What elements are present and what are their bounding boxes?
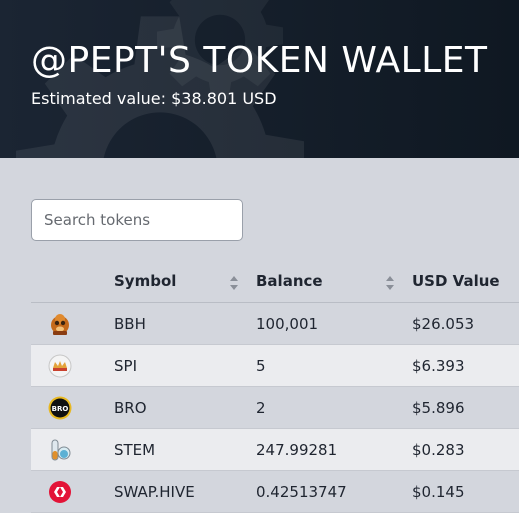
token-symbol: SWAP.HIVE <box>114 483 195 501</box>
table-header: Symbol Balance USD Value <box>31 260 519 303</box>
table-row[interactable]: SPI 5 $6.393 <box>31 345 519 387</box>
spi-token-icon <box>48 354 72 378</box>
token-table: Symbol Balance USD Value BBH 100,001 $26… <box>31 260 519 513</box>
token-usd-value: $0.145 <box>412 483 465 501</box>
svg-text:BRO: BRO <box>52 405 69 413</box>
table-row[interactable]: BBH 100,001 $26.053 <box>31 303 519 345</box>
token-balance: 0.42513747 <box>256 483 347 501</box>
token-symbol: BBH <box>114 315 146 333</box>
token-usd-value: $26.053 <box>412 315 475 333</box>
hive-token-icon <box>49 481 71 503</box>
token-usd-value: $6.393 <box>412 357 465 375</box>
bbh-token-icon <box>51 314 69 335</box>
search-input[interactable] <box>31 199 243 241</box>
stem-token-icon <box>51 439 71 461</box>
token-usd-value: $0.283 <box>412 441 465 459</box>
token-balance: 2 <box>256 399 266 417</box>
table-row[interactable]: BRO BRO 2 $5.896 <box>31 387 519 429</box>
token-symbol: BRO <box>114 399 147 417</box>
estimated-value: Estimated value: $38.801 USD <box>31 89 277 108</box>
sort-icon[interactable] <box>385 275 395 291</box>
token-balance: 5 <box>256 357 266 375</box>
table-row[interactable]: STEM 247.99281 $0.283 <box>31 429 519 471</box>
token-usd-value: $5.896 <box>412 399 465 417</box>
bro-token-icon: BRO <box>48 396 72 420</box>
column-header-symbol[interactable]: Symbol <box>114 272 176 290</box>
token-symbol: SPI <box>114 357 137 375</box>
page-title: @PEPT'S TOKEN WALLET <box>31 40 488 81</box>
table-row[interactable]: SWAP.HIVE 0.42513747 $0.145 <box>31 471 519 513</box>
column-header-usd-value[interactable]: USD Value <box>412 272 500 290</box>
token-balance: 247.99281 <box>256 441 338 459</box>
column-header-balance[interactable]: Balance <box>256 272 323 290</box>
token-symbol: STEM <box>114 441 156 459</box>
sort-icon[interactable] <box>229 275 239 291</box>
token-balance: 100,001 <box>256 315 319 333</box>
page-header: @PEPT'S TOKEN WALLET Estimated value: $3… <box>0 0 519 158</box>
